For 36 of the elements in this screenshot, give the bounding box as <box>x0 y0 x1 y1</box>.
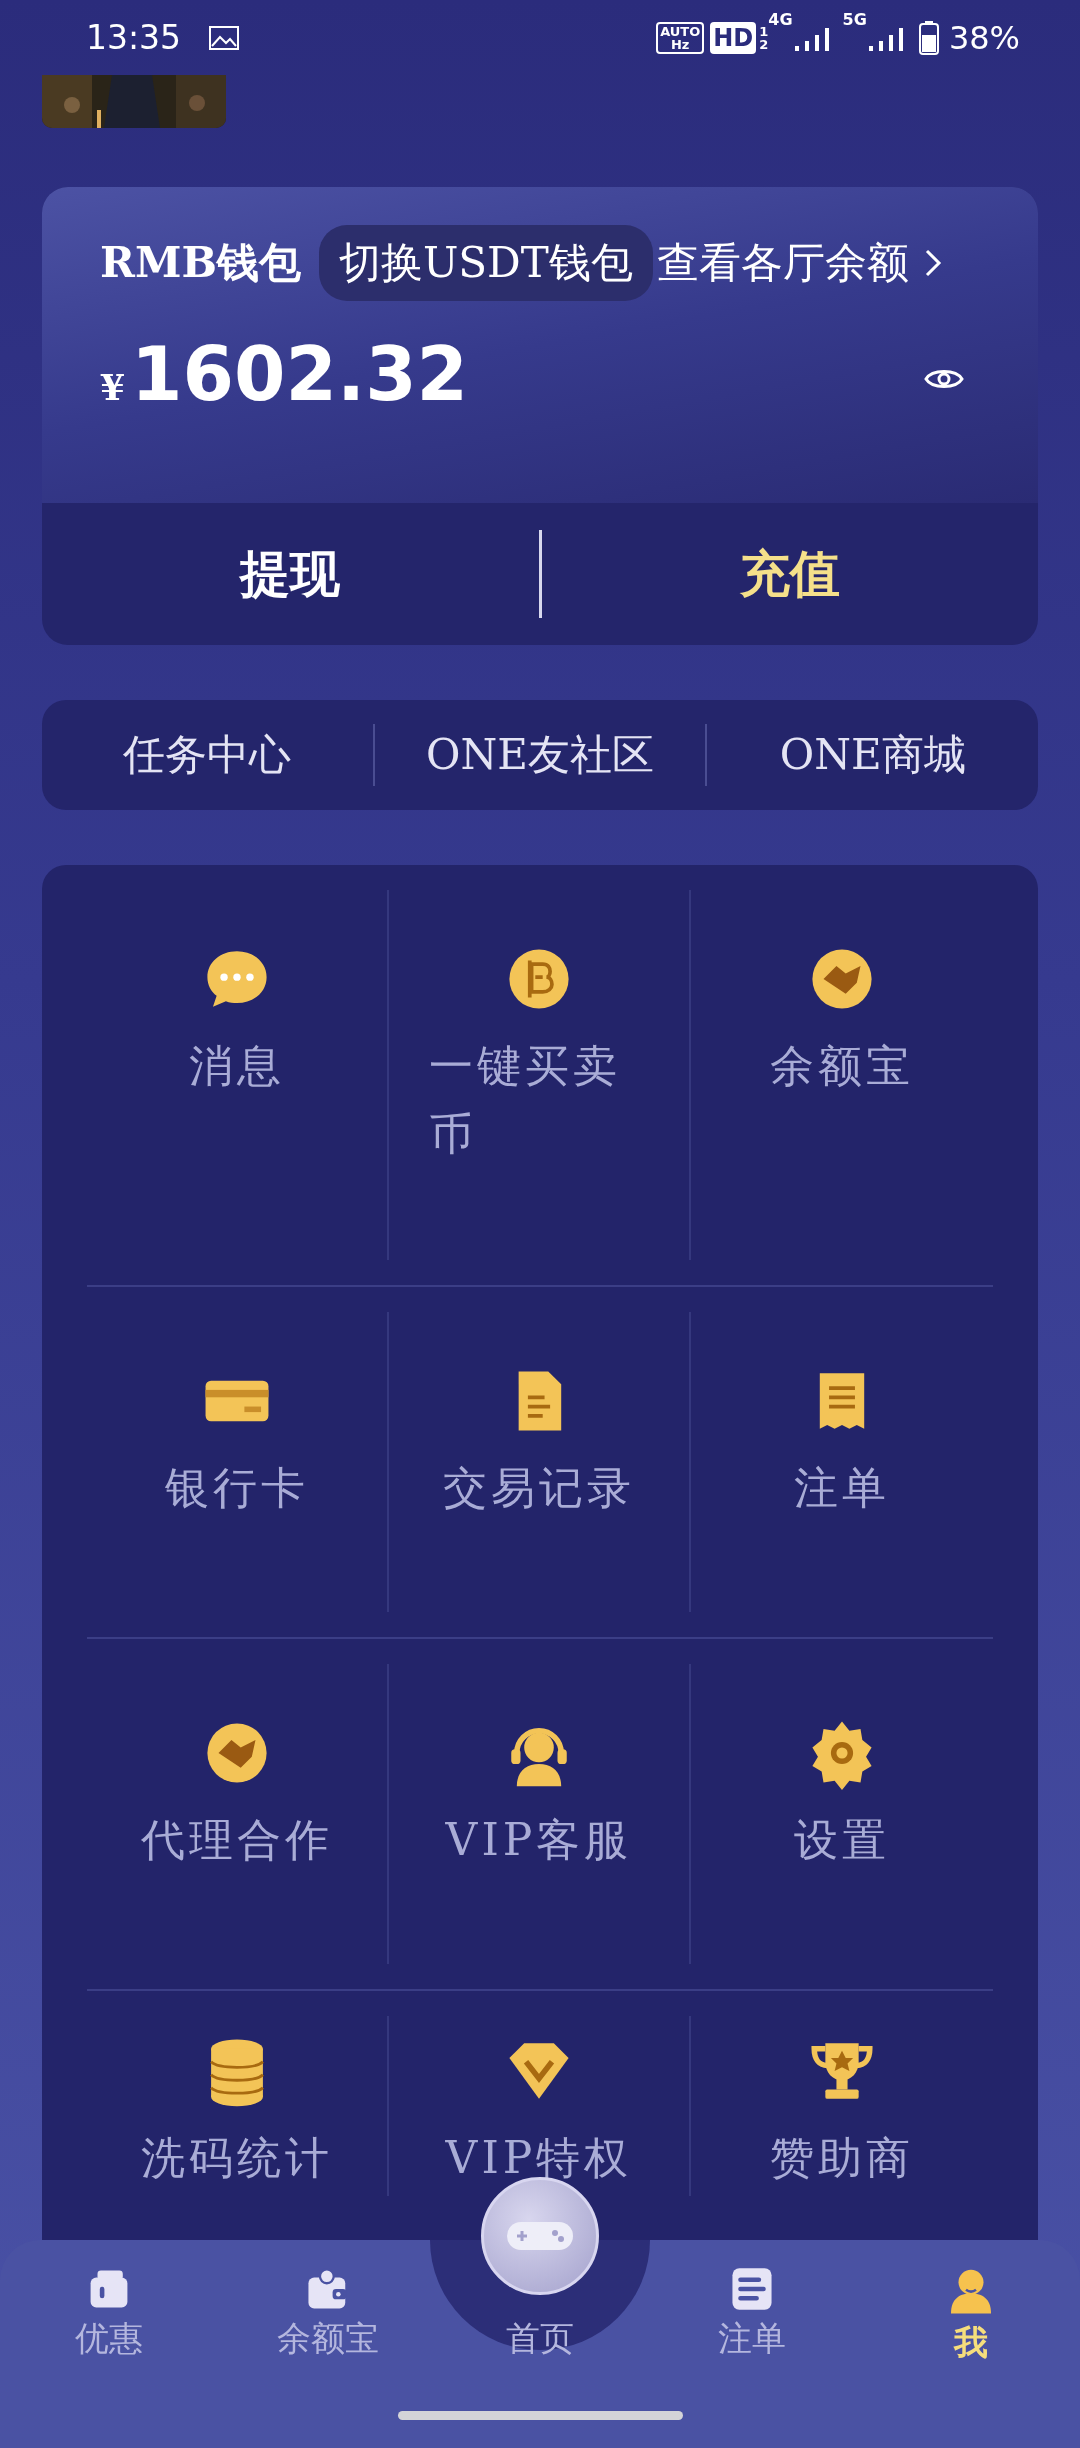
nav-tab[interactable]: 注单 <box>643 2240 862 2363</box>
menu-item[interactable]: 洗码统计 <box>87 2016 389 2196</box>
battery-percent: 38% <box>948 18 1020 57</box>
battery-icon <box>918 20 939 55</box>
menu-item[interactable]: VIP客服 <box>389 1664 691 1964</box>
status-time: 13:35 <box>86 18 182 57</box>
refresh-rate-badge: AUTO Hz <box>656 21 705 54</box>
network-label: 4G <box>768 12 793 28</box>
nav-tab[interactable]: 首页 <box>506 2316 574 2362</box>
nav-tab[interactable]: 余额宝 <box>218 2240 437 2363</box>
view-balances-link[interactable]: 查看各厅余额 <box>652 235 943 291</box>
withdraw-button[interactable]: 提现 <box>42 539 539 609</box>
image-icon <box>209 25 240 50</box>
network-label: 5G <box>842 12 867 28</box>
wallet-title: RMB钱包 <box>100 237 301 289</box>
menu-item[interactable]: 代理合作 <box>87 1664 389 1964</box>
shortcut-link[interactable]: ONE友社区 <box>374 726 706 784</box>
menu-item[interactable]: 消息 <box>87 890 389 1260</box>
balance-amount: 1602.32 <box>131 331 469 417</box>
shortcut-link[interactable]: 任务中心 <box>42 726 373 784</box>
menu-item[interactable]: 赞助商 <box>691 2016 993 2196</box>
nav-tab[interactable]: 我 <box>861 2240 1080 2367</box>
switch-wallet-button[interactable]: 切换USDT钱包 <box>318 225 653 301</box>
menu-item[interactable]: 设置 <box>691 1664 993 1964</box>
sim-label: 1 <box>759 24 769 38</box>
menu-item[interactable]: 一键买卖币 <box>389 890 691 1260</box>
sim-label: 2 <box>759 37 769 51</box>
menu-item[interactable]: 银行卡 <box>87 1312 389 1612</box>
shortcut-link[interactable]: ONE商城 <box>707 726 1038 784</box>
nav-tab[interactable]: 优惠 <box>0 2240 219 2363</box>
deposit-button[interactable]: 充值 <box>541 539 1038 609</box>
menu-item[interactable]: 余额宝 <box>691 890 993 1260</box>
menu-item[interactable]: 注单 <box>691 1312 993 1612</box>
menu-item[interactable]: 交易记录 <box>389 1312 691 1612</box>
currency-symbol: ¥ <box>100 366 126 408</box>
hd-badge: HD <box>710 21 757 54</box>
